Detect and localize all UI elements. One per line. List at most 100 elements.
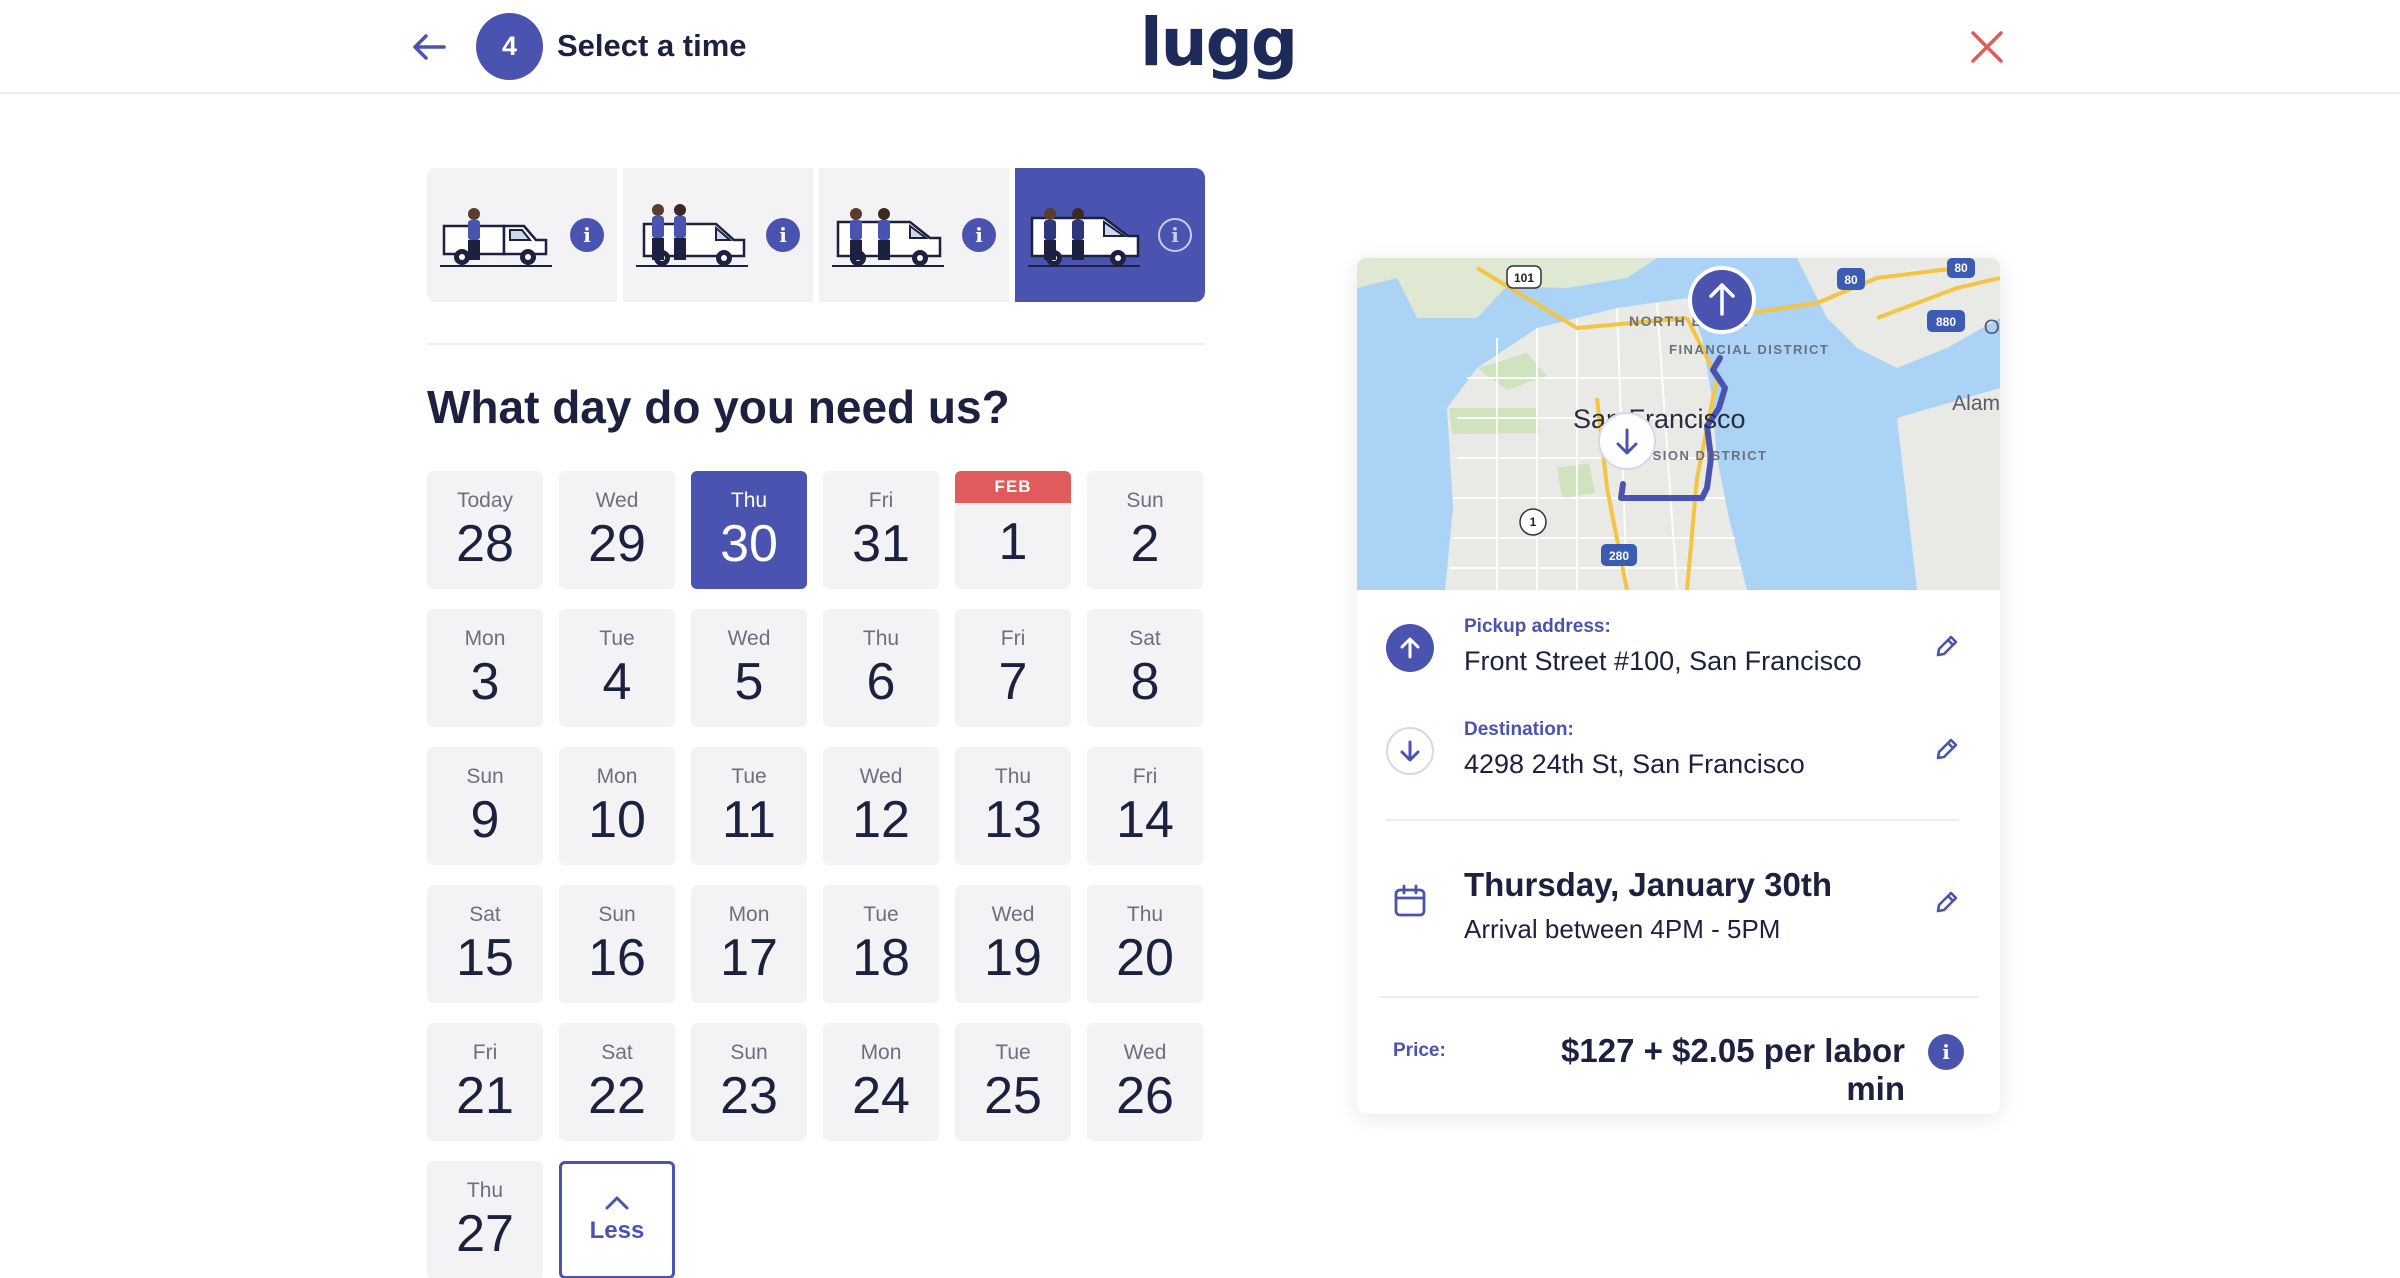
day-of-week: Sun (466, 765, 504, 788)
vehicle-option-pickup-truck[interactable]: i (427, 168, 617, 302)
box-van-icon (832, 208, 944, 267)
highway-shield: 80 (1844, 273, 1858, 287)
card-divider (1386, 819, 1959, 821)
day-of-week: Thu (730, 489, 768, 512)
calendar-day[interactable]: Sun 16 (559, 885, 675, 1003)
calendar-day[interactable]: Mon 17 (691, 885, 807, 1003)
calendar-day[interactable]: Thu 13 (955, 747, 1071, 865)
vehicle-option-large-van[interactable]: i (1015, 168, 1205, 302)
vehicle-info-icon[interactable]: i (962, 218, 996, 252)
calendar-day[interactable]: Wed 29 (559, 471, 675, 589)
day-number: 6 (866, 653, 896, 711)
vehicle-info-icon[interactable]: i (1158, 218, 1192, 252)
calendar-day[interactable]: Tue 25 (955, 1023, 1071, 1141)
price-info-icon[interactable]: i (1928, 1034, 1964, 1070)
section-divider (427, 343, 1205, 345)
selected-date: Thursday, January 30th (1464, 866, 1833, 903)
vehicle-option-cargo-van[interactable]: i (623, 168, 813, 302)
vehicle-option-box-van[interactable]: i (819, 168, 1009, 302)
calendar-day[interactable]: Tue 18 (823, 885, 939, 1003)
day-number: 31 (852, 515, 910, 573)
day-number: 3 (470, 653, 500, 711)
calendar-day[interactable]: Wed 12 (823, 747, 939, 865)
calendar-day[interactable]: Sat 22 (559, 1023, 675, 1141)
calendar-day[interactable]: Fri 14 (1087, 747, 1203, 865)
calendar-day[interactable]: Fri 21 (427, 1023, 543, 1141)
day-of-week: Sat (1129, 627, 1161, 650)
calendar-day[interactable]: Today 28 (427, 471, 543, 589)
card-divider (1379, 996, 1979, 998)
day-number: 21 (456, 1067, 514, 1125)
edit-date-button[interactable] (1929, 884, 1965, 920)
pickup-label: Pickup address: (1464, 616, 1611, 637)
day-number: 13 (984, 791, 1042, 849)
show-less-button[interactable]: Less (559, 1161, 675, 1278)
destination-marker[interactable] (1598, 412, 1656, 470)
calendar-day[interactable]: Fri 7 (955, 609, 1071, 727)
day-calendar: Today 28 Wed 29 Thu 30 Fri 31 FEB 1 Sun 2 Mon 3… (427, 471, 1207, 1278)
route-map[interactable]: NORTH BEACH FINANCIAL DISTRICT San Franc… (1357, 258, 2000, 590)
day-of-week: Wed (859, 765, 903, 788)
day-number: 30 (720, 515, 778, 573)
calendar-day[interactable]: Mon 3 (427, 609, 543, 727)
day-number: 29 (588, 515, 646, 573)
calendar-day[interactable]: Sat 15 (427, 885, 543, 1003)
calendar-day[interactable]: Tue 11 (691, 747, 807, 865)
day-of-week: Sun (730, 1041, 768, 1064)
calendar-day[interactable]: Sat 8 (1087, 609, 1203, 727)
step-number-badge: 4 (476, 13, 543, 80)
day-of-week: Fri (868, 489, 894, 512)
edit-destination-button[interactable] (1929, 731, 1965, 767)
calendar-day[interactable]: Mon 24 (823, 1023, 939, 1141)
calendar-day[interactable]: Wed 26 (1087, 1023, 1203, 1141)
map-label-alameda: Alam (1952, 392, 2000, 415)
pencil-icon (1936, 635, 1958, 657)
day-of-week: Today (456, 489, 514, 512)
edit-pickup-button[interactable] (1929, 628, 1965, 664)
calendar-day[interactable]: Sun 2 (1087, 471, 1203, 589)
day-of-week: Sat (601, 1041, 633, 1064)
day-of-week: Thu (994, 765, 1032, 788)
calendar-day-selected[interactable]: Thu 30 (691, 471, 807, 589)
calendar-day[interactable]: Tue 4 (559, 609, 675, 727)
pickup-address: Front Street #100, San Francisco (1464, 646, 1862, 676)
calendar-icon (1394, 884, 1426, 917)
day-of-week: Mon (728, 903, 770, 926)
pickup-arrow-up-icon (1386, 624, 1434, 672)
day-of-week: Mon (596, 765, 638, 788)
calendar-day[interactable]: Fri 31 (823, 471, 939, 589)
step-title: Select a time (557, 28, 747, 63)
close-button[interactable] (1962, 22, 2012, 72)
day-number: 10 (588, 791, 646, 849)
day-number: 28 (456, 515, 514, 573)
vehicle-info-icon[interactable]: i (766, 218, 800, 252)
day-number: 2 (1130, 515, 1160, 573)
day-of-week: Fri (1000, 627, 1026, 650)
map-label-city: San Francisco (1573, 404, 1746, 434)
calendar-day[interactable]: Mon 10 (559, 747, 675, 865)
destination-address: 4298 24th St, San Francisco (1464, 749, 1805, 779)
vehicle-info-icon[interactable]: i (570, 218, 604, 252)
day-number: 17 (720, 929, 778, 987)
calendar-day[interactable]: Wed 5 (691, 609, 807, 727)
day-of-week: Sun (1126, 489, 1164, 512)
back-button[interactable] (404, 22, 454, 72)
calendar-day[interactable]: Sun 9 (427, 747, 543, 865)
close-icon (1971, 31, 2003, 63)
calendar-day[interactable]: Wed 19 (955, 885, 1071, 1003)
day-number: 15 (456, 929, 514, 987)
day-number: 19 (984, 929, 1042, 987)
day-number: 24 (852, 1067, 910, 1125)
calendar-day[interactable]: Sun 23 (691, 1023, 807, 1141)
day-number: 8 (1130, 653, 1160, 711)
calendar-day-month-start[interactable]: FEB 1 (955, 471, 1071, 589)
calendar-day[interactable]: Thu 6 (823, 609, 939, 727)
calendar-day[interactable]: Thu 20 (1087, 885, 1203, 1003)
calendar-day[interactable]: Thu 27 (427, 1161, 543, 1278)
price-label: Price: (1393, 1040, 1446, 1061)
destination-row: Destination: 4298 24th St, San Francisco (1357, 707, 2000, 797)
day-of-week: Tue (599, 627, 635, 650)
pickup-marker[interactable] (1688, 266, 1756, 334)
day-number: 18 (852, 929, 910, 987)
day-number: 27 (456, 1205, 514, 1263)
